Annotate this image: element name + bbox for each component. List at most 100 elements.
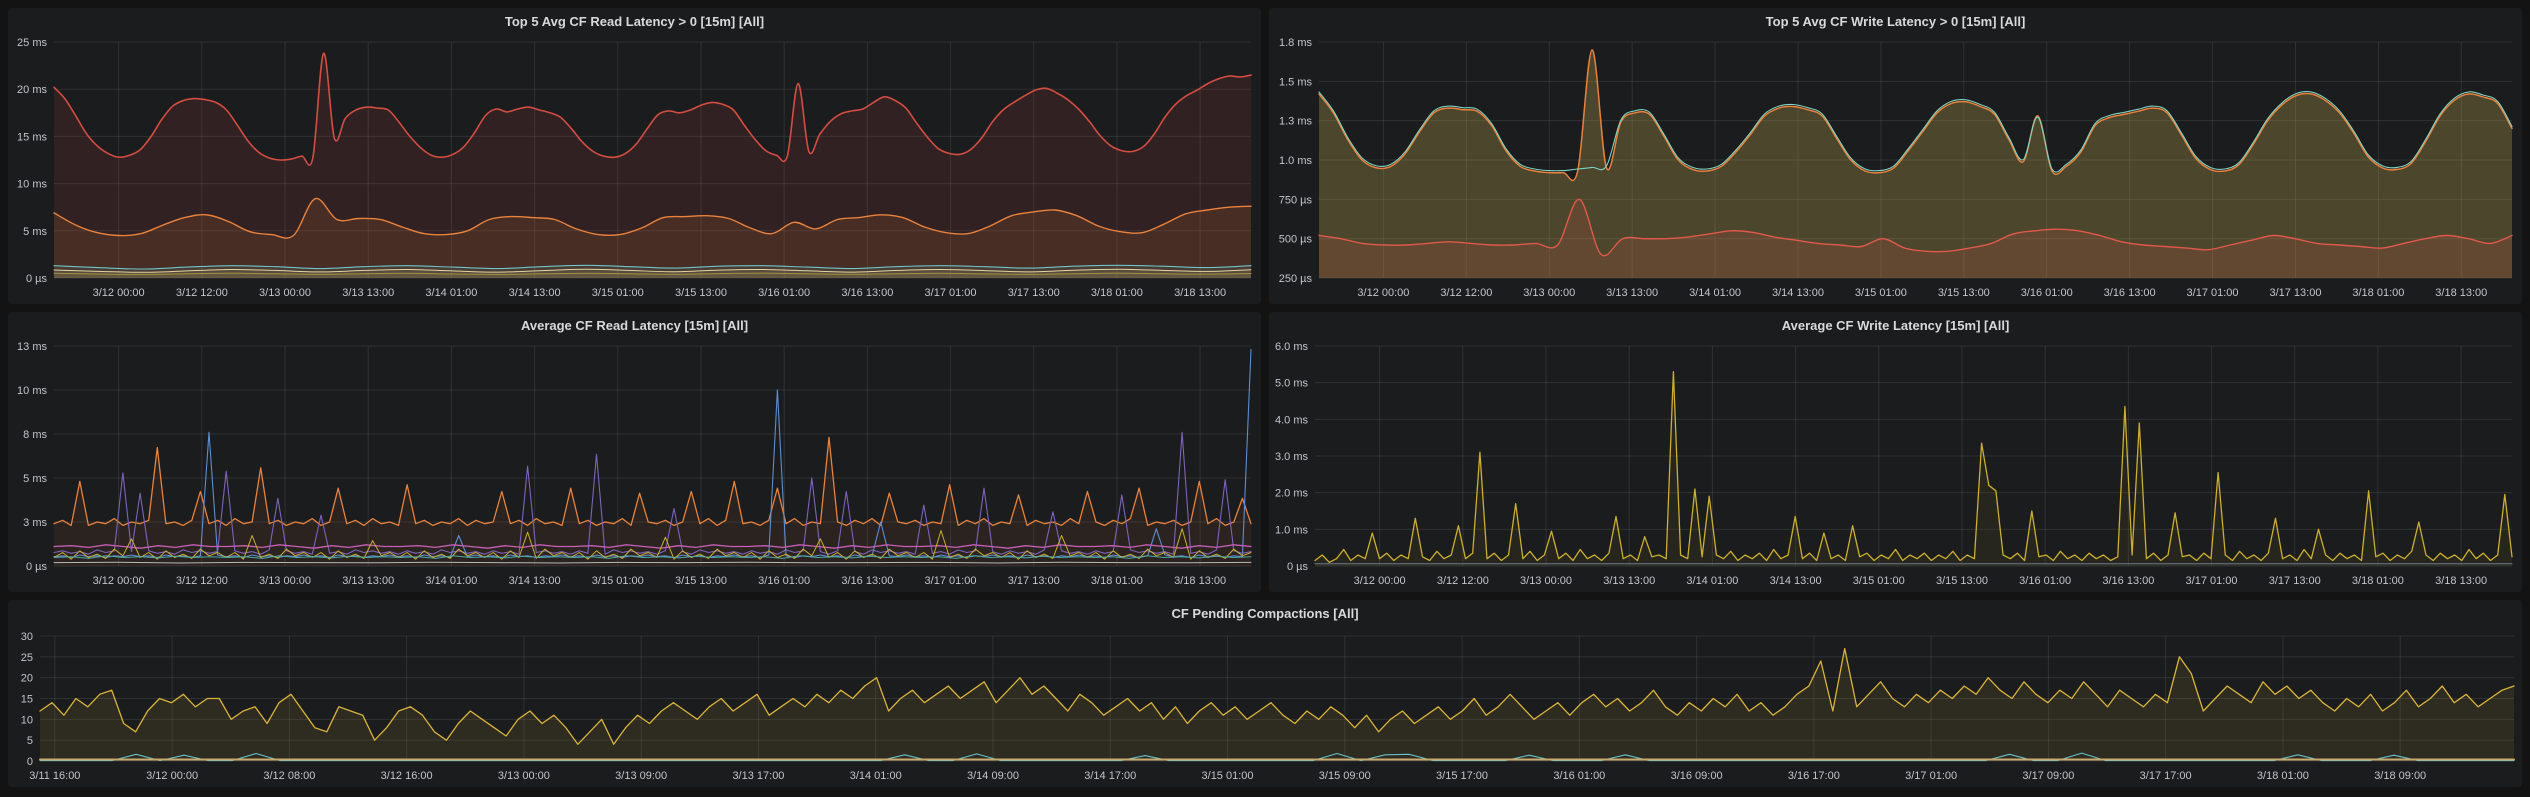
svg-text:3/18 09:00: 3/18 09:00: [2374, 770, 2426, 782]
svg-text:3/14 17:00: 3/14 17:00: [1084, 770, 1136, 782]
svg-text:3/15 17:00: 3/15 17:00: [1436, 770, 1488, 782]
svg-text:0 µs: 0 µs: [26, 561, 48, 573]
dashboard-row-2: Average CF Read Latency [15m] [All] 0 µs…: [8, 312, 2522, 592]
svg-text:3/16 13:00: 3/16 13:00: [2104, 287, 2156, 299]
svg-text:3/13 13:00: 3/13 13:00: [342, 287, 394, 299]
svg-text:3/14 01:00: 3/14 01:00: [425, 575, 477, 587]
panel-avg-write-latency: Average CF Write Latency [15m] [All] 0 µ…: [1269, 312, 2522, 592]
svg-text:3/14 13:00: 3/14 13:00: [509, 575, 561, 587]
svg-text:3/15 09:00: 3/15 09:00: [1319, 770, 1371, 782]
svg-text:3/17 01:00: 3/17 01:00: [2187, 287, 2239, 299]
svg-text:3/16 13:00: 3/16 13:00: [2102, 575, 2154, 587]
svg-text:3/12 08:00: 3/12 08:00: [263, 770, 315, 782]
svg-text:25: 25: [21, 652, 33, 664]
time-series-chart[interactable]: 0510152025303/11 16:003/12 00:003/12 08:…: [8, 626, 2522, 787]
svg-text:3/13 00:00: 3/13 00:00: [259, 287, 311, 299]
chart-area: 0510152025303/11 16:003/12 00:003/12 08:…: [8, 626, 2522, 787]
svg-text:3/17 13:00: 3/17 13:00: [1008, 575, 1060, 587]
svg-text:250 µs: 250 µs: [1279, 273, 1313, 285]
svg-text:3/14 13:00: 3/14 13:00: [509, 287, 561, 299]
svg-text:3/13 00:00: 3/13 00:00: [1520, 575, 1572, 587]
svg-text:3/13 00:00: 3/13 00:00: [1523, 287, 1575, 299]
time-series-chart[interactable]: 0 µs3 ms5 ms8 ms10 ms13 ms3/12 00:003/12…: [8, 338, 1261, 592]
svg-text:3/18 13:00: 3/18 13:00: [2435, 287, 2487, 299]
svg-text:3/15 13:00: 3/15 13:00: [675, 575, 727, 587]
svg-text:3/14 01:00: 3/14 01:00: [1686, 575, 1738, 587]
svg-text:3/17 01:00: 3/17 01:00: [2186, 575, 2238, 587]
svg-text:3/16 01:00: 3/16 01:00: [758, 575, 810, 587]
svg-text:1.0 ms: 1.0 ms: [1279, 155, 1313, 167]
svg-text:3/17 17:00: 3/17 17:00: [2140, 770, 2192, 782]
svg-text:3/13 00:00: 3/13 00:00: [498, 770, 550, 782]
svg-text:5 ms: 5 ms: [23, 226, 47, 238]
svg-text:10: 10: [21, 714, 33, 726]
svg-text:3/17 13:00: 3/17 13:00: [1008, 287, 1060, 299]
svg-text:0: 0: [27, 756, 33, 768]
svg-text:15: 15: [21, 694, 33, 706]
panel-title[interactable]: Average CF Write Latency [15m] [All]: [1269, 312, 2522, 338]
svg-text:3/15 13:00: 3/15 13:00: [675, 287, 727, 299]
svg-text:3/13 17:00: 3/13 17:00: [732, 770, 784, 782]
svg-text:1.8 ms: 1.8 ms: [1279, 37, 1313, 49]
panel-title[interactable]: Average CF Read Latency [15m] [All]: [8, 312, 1261, 338]
dashboard-row-1: Top 5 Avg CF Read Latency > 0 [15m] [All…: [8, 8, 2522, 304]
svg-text:3/18 01:00: 3/18 01:00: [1091, 287, 1143, 299]
svg-text:3/14 01:00: 3/14 01:00: [850, 770, 902, 782]
svg-text:3/14 01:00: 3/14 01:00: [425, 287, 477, 299]
svg-text:3/18 01:00: 3/18 01:00: [2352, 287, 2404, 299]
svg-text:3/17 09:00: 3/17 09:00: [2022, 770, 2074, 782]
dashboard: Top 5 Avg CF Read Latency > 0 [15m] [All…: [0, 0, 2530, 797]
svg-text:3/16 09:00: 3/16 09:00: [1671, 770, 1723, 782]
chart-area: 0 µs5 ms10 ms15 ms20 ms25 ms3/12 00:003/…: [8, 34, 1261, 304]
svg-text:3 ms: 3 ms: [23, 517, 47, 529]
svg-text:3/14 09:00: 3/14 09:00: [967, 770, 1019, 782]
panel-top5-write-latency: Top 5 Avg CF Write Latency > 0 [15m] [Al…: [1269, 8, 2522, 304]
svg-text:3/18 13:00: 3/18 13:00: [1174, 575, 1226, 587]
time-series-chart[interactable]: 0 µs5 ms10 ms15 ms20 ms25 ms3/12 00:003/…: [8, 34, 1261, 304]
svg-text:3/15 01:00: 3/15 01:00: [1855, 287, 1907, 299]
svg-text:3/18 01:00: 3/18 01:00: [2352, 575, 2404, 587]
svg-text:3/16 01:00: 3/16 01:00: [2019, 575, 2071, 587]
svg-text:500 µs: 500 µs: [1279, 234, 1313, 246]
svg-text:30: 30: [21, 631, 33, 643]
svg-text:3/12 00:00: 3/12 00:00: [146, 770, 198, 782]
dashboard-row-3: CF Pending Compactions [All] 05101520253…: [8, 600, 2522, 787]
svg-text:1.0 ms: 1.0 ms: [1275, 524, 1309, 536]
svg-text:0 µs: 0 µs: [26, 273, 48, 285]
svg-text:3/16 13:00: 3/16 13:00: [841, 575, 893, 587]
panel-title[interactable]: Top 5 Avg CF Read Latency > 0 [15m] [All…: [8, 8, 1261, 34]
svg-text:1.5 ms: 1.5 ms: [1279, 76, 1313, 88]
svg-text:3/15 13:00: 3/15 13:00: [1938, 287, 1990, 299]
svg-text:2.0 ms: 2.0 ms: [1275, 488, 1309, 500]
svg-text:3/12 12:00: 3/12 12:00: [1440, 287, 1492, 299]
svg-text:3/13 13:00: 3/13 13:00: [1603, 575, 1655, 587]
svg-text:25 ms: 25 ms: [17, 37, 47, 49]
svg-text:3/14 13:00: 3/14 13:00: [1772, 287, 1824, 299]
svg-text:3/13 13:00: 3/13 13:00: [1606, 287, 1658, 299]
panel-avg-read-latency: Average CF Read Latency [15m] [All] 0 µs…: [8, 312, 1261, 592]
svg-text:3/12 16:00: 3/12 16:00: [381, 770, 433, 782]
panel-top5-read-latency: Top 5 Avg CF Read Latency > 0 [15m] [All…: [8, 8, 1261, 304]
svg-text:3/14 13:00: 3/14 13:00: [1770, 575, 1822, 587]
svg-text:3/12 00:00: 3/12 00:00: [1354, 575, 1406, 587]
svg-text:15 ms: 15 ms: [17, 131, 47, 143]
svg-text:3/13 13:00: 3/13 13:00: [342, 575, 394, 587]
svg-text:3/18 01:00: 3/18 01:00: [1091, 575, 1143, 587]
time-series-chart[interactable]: 0 µs1.0 ms2.0 ms3.0 ms4.0 ms5.0 ms6.0 ms…: [1269, 338, 2522, 592]
svg-text:20 ms: 20 ms: [17, 84, 47, 96]
svg-text:3/13 00:00: 3/13 00:00: [259, 575, 311, 587]
svg-text:3/17 01:00: 3/17 01:00: [1905, 770, 1957, 782]
svg-text:5: 5: [27, 735, 33, 747]
time-series-chart[interactable]: 250 µs500 µs750 µs1.0 ms1.3 ms1.5 ms1.8 …: [1269, 34, 2522, 304]
svg-text:3/14 01:00: 3/14 01:00: [1689, 287, 1741, 299]
svg-text:10 ms: 10 ms: [17, 385, 47, 397]
svg-text:3/15 13:00: 3/15 13:00: [1936, 575, 1988, 587]
panel-title[interactable]: CF Pending Compactions [All]: [8, 600, 2522, 626]
svg-text:3/15 01:00: 3/15 01:00: [1202, 770, 1254, 782]
svg-text:6.0 ms: 6.0 ms: [1275, 341, 1309, 353]
panel-title[interactable]: Top 5 Avg CF Write Latency > 0 [15m] [Al…: [1269, 8, 2522, 34]
chart-area: 0 µs1.0 ms2.0 ms3.0 ms4.0 ms5.0 ms6.0 ms…: [1269, 338, 2522, 592]
svg-text:3/17 01:00: 3/17 01:00: [925, 575, 977, 587]
svg-text:1.3 ms: 1.3 ms: [1279, 116, 1313, 128]
svg-text:13 ms: 13 ms: [17, 341, 47, 353]
